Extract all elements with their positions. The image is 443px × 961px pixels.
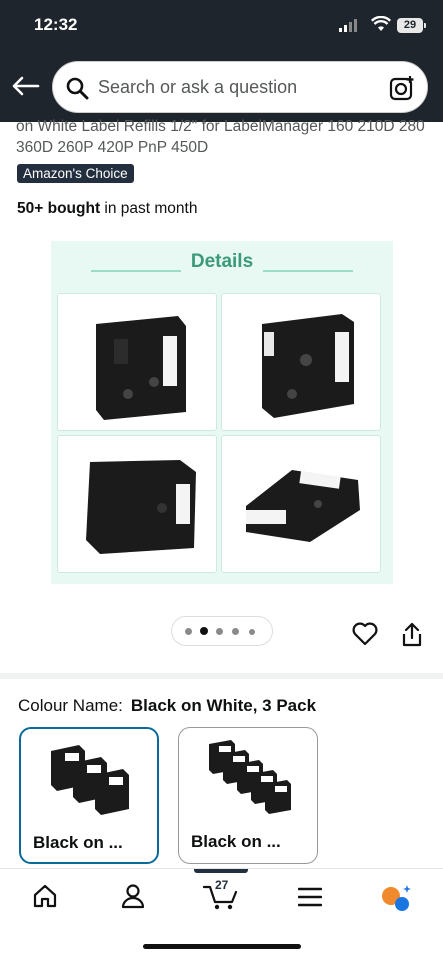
battery-level: 29: [403, 19, 417, 31]
variation-label: Black on ...: [33, 833, 123, 852]
heart-icon[interactable]: [352, 622, 378, 646]
bought-count: 50+ bought: [17, 200, 101, 217]
status-time: 12:32: [34, 15, 78, 34]
variation-thumbnail: [209, 740, 291, 814]
bought-suffix: in past month: [100, 200, 198, 217]
bought-in-past-month: 50+ bought in past month: [17, 200, 197, 218]
variation-thumbnail: [51, 745, 129, 815]
home-icon[interactable]: [33, 883, 57, 909]
wifi-icon: [371, 16, 391, 31]
details-banner: Details: [51, 241, 393, 289]
back-arrow-icon[interactable]: [12, 76, 40, 96]
variation-option-5-pack[interactable]: Black on ...: [178, 727, 318, 864]
colour-name-value: Black on White, 3 Pack: [130, 696, 317, 715]
active-tab-indicator: [194, 869, 248, 873]
pager-dot[interactable]: [249, 629, 255, 635]
details-title: Details: [190, 251, 254, 272]
cart-icon[interactable]: [203, 883, 239, 911]
search-icon: [66, 77, 89, 100]
status-bar: 12:32 29: [0, 0, 443, 52]
battery-icon: 29: [397, 18, 426, 33]
search-input[interactable]: Search or ask a question: [52, 61, 428, 113]
bottom-nav: 27: [0, 868, 443, 961]
pager-dot[interactable]: [216, 628, 223, 635]
pager-dot-active[interactable]: [200, 627, 208, 635]
colour-name-label: Colour Name:: [18, 696, 123, 715]
account-icon[interactable]: [121, 883, 145, 909]
pager-dot[interactable]: [185, 628, 192, 635]
colour-name-row: Colour Name: Black on White, 3 Pack: [18, 696, 316, 716]
variation-option-3-pack[interactable]: Black on ...: [19, 727, 159, 864]
rufus-icon[interactable]: [381, 883, 413, 911]
cartridge-photo-top: [221, 435, 381, 573]
search-placeholder: Search or ask a question: [98, 77, 298, 97]
share-icon[interactable]: [400, 622, 424, 648]
cartridge-photo-back: [57, 435, 217, 573]
signal-icon: [339, 19, 357, 32]
product-title[interactable]: on White Label Refills 1/2" for LabelMan…: [16, 116, 426, 158]
variation-label: Black on ...: [191, 832, 281, 851]
menu-icon[interactable]: [298, 887, 322, 907]
cartridge-photo-angle: [221, 293, 381, 431]
camera-search-icon[interactable]: [389, 75, 415, 101]
pager-dot[interactable]: [232, 628, 239, 635]
search-header: Search or ask a question: [0, 52, 443, 122]
product-image[interactable]: Details: [51, 241, 393, 584]
home-indicator: [143, 944, 301, 949]
cartridge-photo-front: [57, 293, 217, 431]
image-pager[interactable]: [171, 616, 273, 646]
section-divider: [0, 673, 443, 679]
amazons-choice-badge: Amazon's Choice: [17, 164, 134, 183]
